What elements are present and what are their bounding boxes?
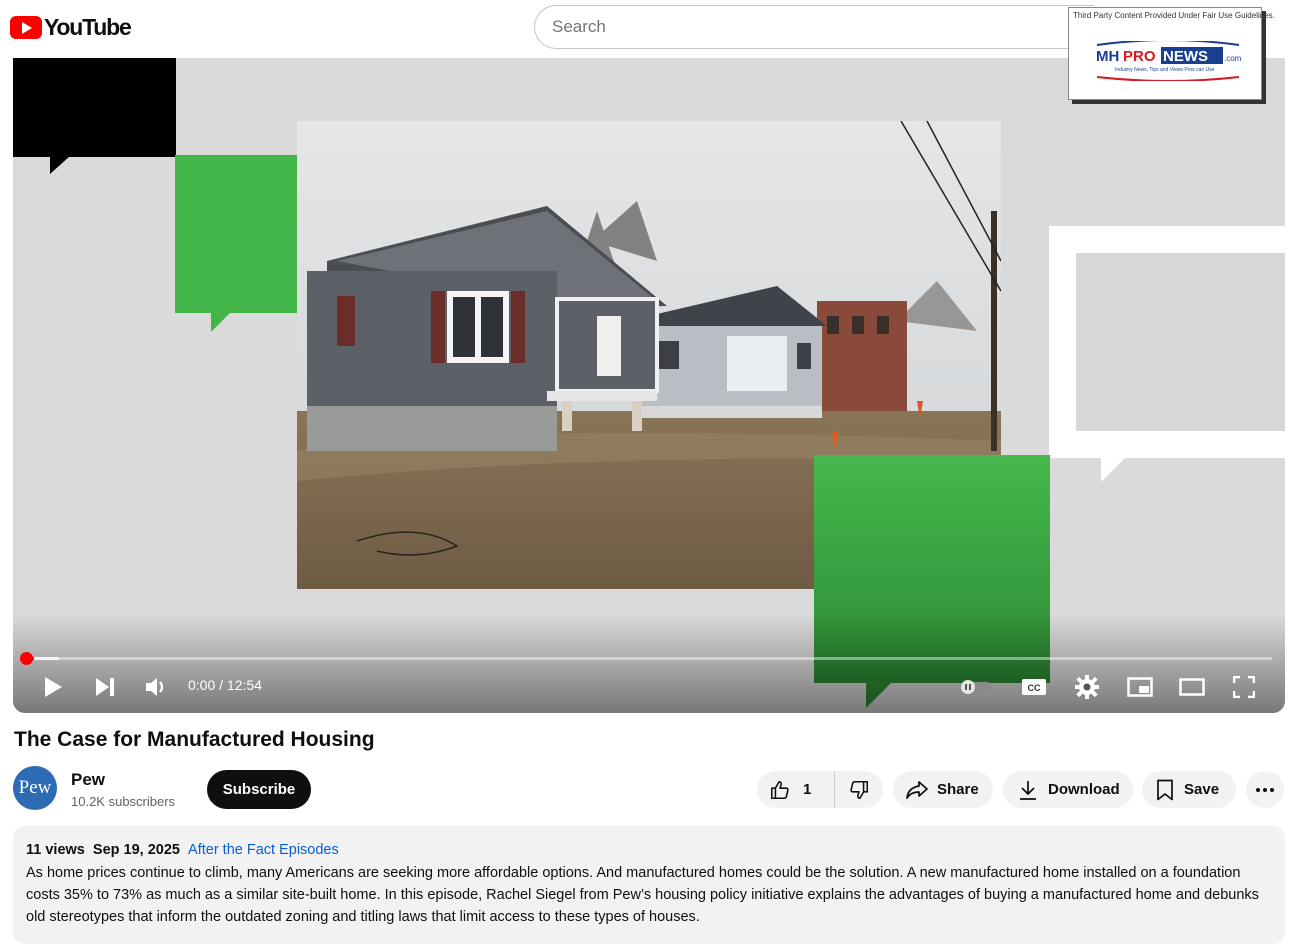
share-label: Share (937, 781, 979, 798)
youtube-logo-text: YouTube (44, 14, 132, 40)
download-label: Download (1048, 781, 1120, 798)
more-horizontal-icon (1256, 787, 1274, 792)
dislike-button[interactable] (835, 779, 883, 801)
subscriber-count: 10.2K subscribers (71, 794, 176, 809)
next-button[interactable] (90, 672, 120, 702)
upload-date: Sep 19, 2025 (92, 842, 180, 858)
save-label: Save (1184, 781, 1220, 798)
svg-text:PRO: PRO (1123, 48, 1156, 65)
autoplay-toggle[interactable] (956, 675, 996, 699)
svg-text:.com: .com (1224, 54, 1242, 63)
channel-name[interactable]: Pew (71, 770, 105, 790)
view-count: 11 views (26, 842, 85, 858)
video-title: The Case for Manufactured Housing (14, 728, 375, 751)
mhpronews-watermark: Third Party Content Provided Under Fair … (1068, 7, 1275, 100)
theater-mode-icon (1179, 678, 1205, 696)
white-bubble-tail (1101, 456, 1127, 482)
miniplayer-button[interactable] (1125, 672, 1155, 702)
channel-avatar[interactable]: Pew (13, 766, 57, 810)
play-button[interactable] (38, 672, 68, 702)
time-display: 0:00 / 12:54 (188, 677, 262, 693)
time-separator: / (215, 677, 227, 693)
svg-text:MH: MH (1096, 48, 1119, 65)
svg-text:Industry News, Tips and Views: Industry News, Tips and Views Pros can U… (1115, 67, 1215, 73)
share-button[interactable]: Share (893, 771, 993, 808)
download-icon (1020, 780, 1036, 800)
gear-icon (1075, 675, 1099, 699)
svg-text:NEWS: NEWS (1163, 48, 1208, 65)
like-count: 1 (803, 781, 812, 798)
like-button[interactable]: 1 (757, 771, 835, 808)
video-player[interactable]: 0:00 / 12:54 CC (13, 58, 1285, 713)
svg-text:CC: CC (1028, 683, 1041, 693)
skip-next-icon (96, 678, 114, 696)
download-button[interactable]: Download (1003, 771, 1133, 808)
autoplay-toggle-icon (960, 680, 992, 694)
avatar-text: Pew (18, 777, 52, 798)
progress-bar[interactable] (25, 657, 1272, 660)
fullscreen-button[interactable] (1229, 672, 1259, 702)
description-meta: 11 views Sep 19, 2025 After the Fact Epi… (26, 842, 1272, 858)
playlist-link[interactable]: After the Fact Episodes (188, 842, 339, 858)
volume-icon (146, 678, 164, 696)
description-box[interactable]: 11 views Sep 19, 2025 After the Fact Epi… (13, 826, 1285, 944)
theater-mode-button[interactable] (1177, 672, 1207, 702)
time-total: 12:54 (226, 677, 262, 693)
description-text: As home prices continue to climb, many A… (26, 865, 1259, 925)
like-dislike-group: 1 (757, 771, 883, 808)
progress-scrubber[interactable] (20, 652, 33, 665)
youtube-logo[interactable]: YouTube (10, 14, 132, 41)
subscribe-button[interactable]: Subscribe (207, 770, 311, 809)
closed-captions-icon: CC (1022, 679, 1046, 695)
play-icon (45, 677, 62, 697)
mhpronews-logo: MH PRO NEWS .com Industry News, Tips and… (1096, 41, 1242, 81)
black-bubble-tail (50, 156, 70, 174)
time-current: 0:00 (188, 677, 216, 693)
subtitles-button[interactable]: CC (1019, 673, 1049, 701)
more-actions-button[interactable] (1246, 771, 1284, 808)
bookmark-icon (1157, 779, 1173, 800)
settings-button[interactable] (1072, 672, 1102, 702)
mute-button[interactable] (141, 672, 171, 702)
green-bubble-tail (211, 312, 231, 332)
search-input[interactable]: Search (534, 5, 1094, 49)
thumbs-down-icon (850, 780, 869, 799)
black-speech-bubble (13, 58, 176, 157)
youtube-play-icon (10, 16, 42, 39)
share-icon (906, 780, 928, 799)
white-speech-bubble (1049, 226, 1285, 458)
save-button[interactable]: Save (1142, 771, 1236, 808)
watermark-note: Third Party Content Provided Under Fair … (1073, 11, 1275, 20)
thumbs-up-icon (770, 780, 789, 799)
miniplayer-icon (1127, 677, 1153, 697)
fullscreen-icon (1233, 676, 1255, 698)
search-placeholder: Search (552, 17, 606, 36)
